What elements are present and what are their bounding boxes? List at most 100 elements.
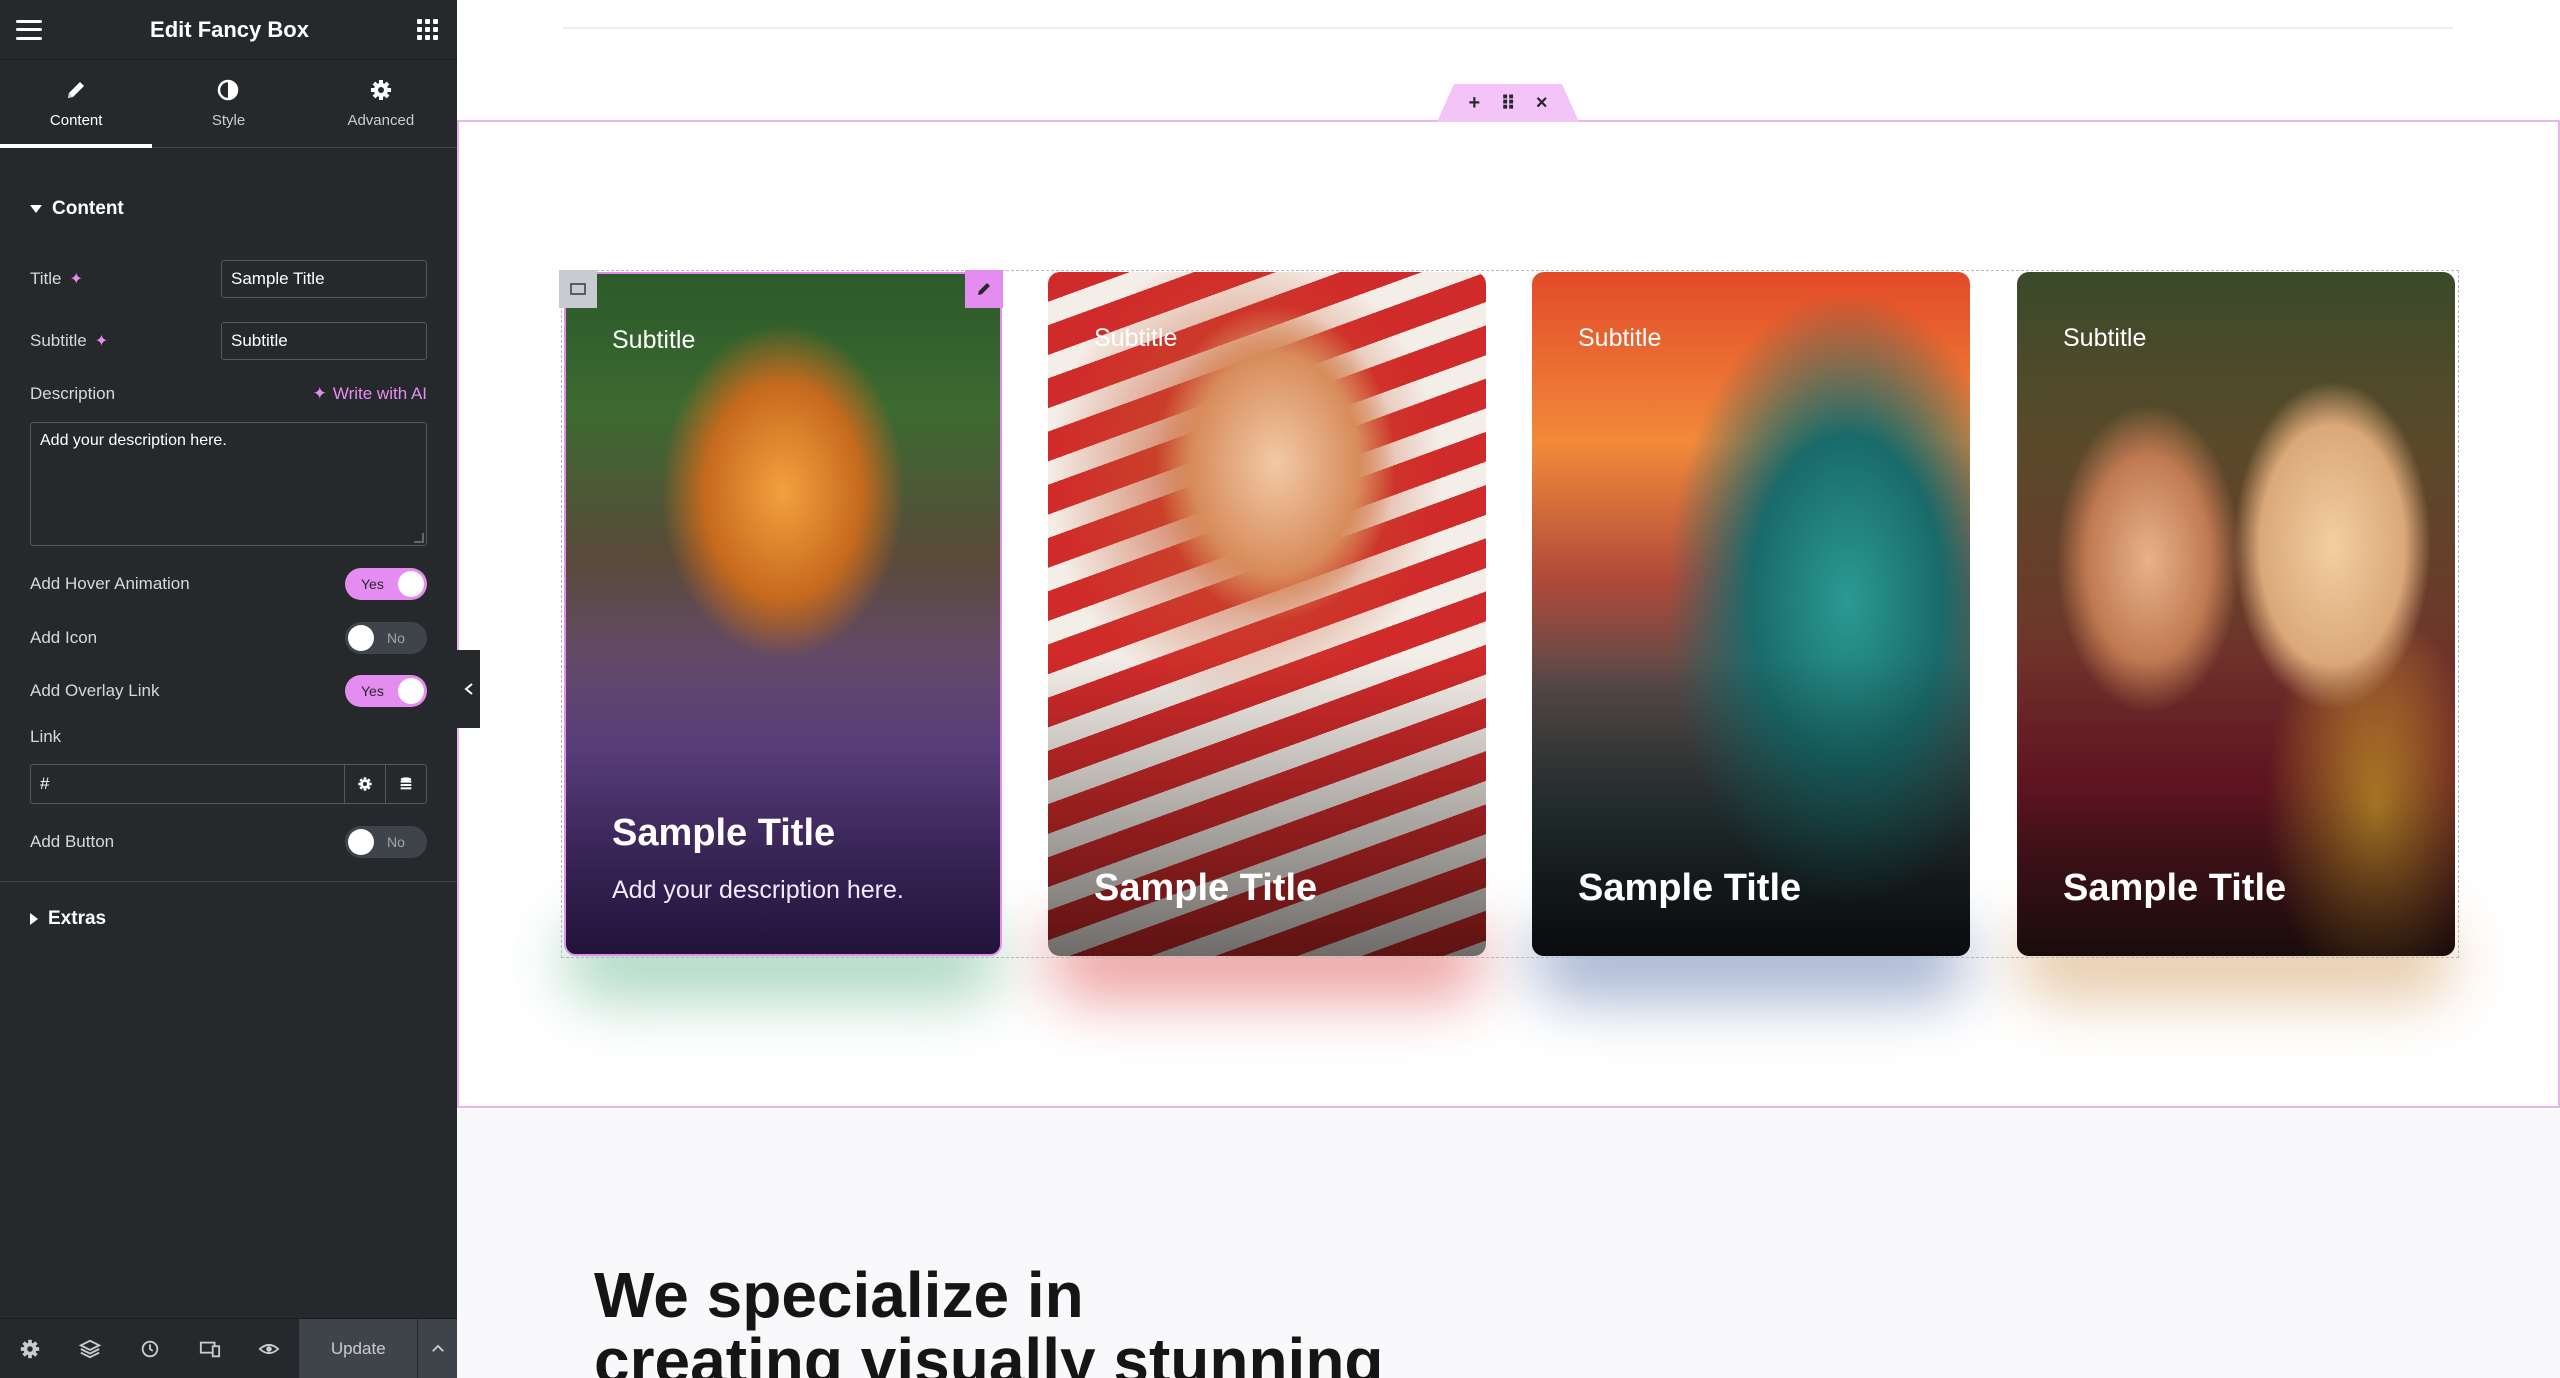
navigator-button[interactable] xyxy=(60,1319,120,1378)
subtitle-control: Subtitle ✦ Subtitle xyxy=(30,322,427,360)
write-with-ai-label: Write with AI xyxy=(332,384,427,403)
delete-section-button[interactable]: × xyxy=(1536,92,1548,115)
edit-widget-button[interactable] xyxy=(965,270,1003,308)
preview-button[interactable] xyxy=(240,1319,300,1378)
card-subtitle: Subtitle xyxy=(1094,324,1178,352)
caret-down-icon xyxy=(30,205,42,213)
tab-advanced[interactable]: Advanced xyxy=(305,60,457,147)
description-label: Description xyxy=(30,384,116,403)
link-field: # xyxy=(30,764,427,804)
card-subtitle: Subtitle xyxy=(2063,324,2147,352)
divider-line xyxy=(563,27,2453,29)
card-overlay xyxy=(566,654,1000,954)
title-label: Title xyxy=(30,269,62,288)
tab-style-label: Style xyxy=(211,112,246,129)
card-description: Add your description here. xyxy=(612,876,904,904)
element-type-icon[interactable] xyxy=(559,270,597,308)
panel-title: Edit Fancy Box xyxy=(150,16,309,42)
history-button[interactable] xyxy=(120,1319,180,1378)
toggle-state: No xyxy=(387,630,405,646)
settings-button[interactable] xyxy=(0,1319,60,1378)
card-overlay xyxy=(2017,656,2455,956)
card-subtitle: Subtitle xyxy=(1578,324,1662,352)
database-icon xyxy=(400,777,412,790)
ai-sparkle-icon[interactable]: ✦ xyxy=(70,269,83,289)
content-section-toggle[interactable]: Content xyxy=(0,173,154,245)
add-icon-control: Add Icon No xyxy=(30,622,427,654)
update-button[interactable]: Update xyxy=(299,1318,418,1378)
add-button-label: Add Button xyxy=(30,832,115,851)
hover-animation-label: Add Hover Animation xyxy=(30,574,190,593)
half-circle-icon xyxy=(218,79,239,101)
section-handle: + ⠿ × xyxy=(1437,84,1579,122)
content-section-title: Content xyxy=(52,198,124,219)
add-icon-label: Add Icon xyxy=(30,628,98,647)
collapse-panel-button[interactable] xyxy=(457,650,480,728)
preview-canvas: + ⠿ × Subtitle Sample Title Add your des… xyxy=(457,0,2560,1378)
panel-tabs: Content Style Advanced xyxy=(0,60,457,148)
link-options-button[interactable] xyxy=(344,765,385,803)
subtitle-label: Subtitle xyxy=(30,331,87,350)
extras-section-toggle[interactable]: Extras xyxy=(0,883,136,955)
hover-animation-toggle[interactable]: Yes xyxy=(345,568,427,600)
fancy-box-card[interactable]: Subtitle Sample Title xyxy=(2017,272,2455,956)
title-control: Title ✦ Sample Title xyxy=(30,260,427,298)
add-button-toggle[interactable]: No xyxy=(345,826,427,858)
description-control: Description ✦ Write with AI xyxy=(30,384,427,404)
description-textarea[interactable]: Add your description here. xyxy=(30,422,427,546)
responsive-mode-button[interactable] xyxy=(180,1319,240,1378)
extras-section-title: Extras xyxy=(48,908,107,929)
drag-section-handle[interactable]: ⠿ xyxy=(1500,91,1516,116)
overlay-link-label: Add Overlay Link xyxy=(30,681,160,700)
add-icon-toggle[interactable]: No xyxy=(345,622,427,654)
gear-icon xyxy=(358,777,372,791)
toggle-state: Yes xyxy=(361,576,384,592)
headline-line-2: creating visually stunning xyxy=(594,1325,1384,1378)
card-title: Sample Title xyxy=(1578,867,1802,909)
title-input[interactable]: Sample Title xyxy=(221,260,427,298)
link-label-row: Link xyxy=(30,727,427,747)
editor-sidebar: Edit Fancy Box Content Style Advanced Co… xyxy=(0,0,458,1378)
tab-style[interactable]: Style xyxy=(152,60,304,147)
widgets-grid-icon[interactable] xyxy=(416,18,439,41)
tab-content[interactable]: Content xyxy=(0,60,153,148)
toggle-knob xyxy=(398,571,424,597)
fancy-box-card[interactable]: Subtitle Sample Title Add your descripti… xyxy=(564,272,1002,956)
ai-sparkle-icon[interactable]: ✦ xyxy=(95,331,108,351)
toggle-knob xyxy=(348,829,374,855)
fancy-box-row: Subtitle Sample Title Add your descripti… xyxy=(561,270,2459,958)
toggle-state: No xyxy=(387,834,405,850)
pencil-icon xyxy=(978,283,990,295)
overlay-link-control: Add Overlay Link Yes xyxy=(30,675,427,707)
section-headline: We specialize in creating visually stunn… xyxy=(594,1262,1384,1378)
link-input[interactable]: # xyxy=(31,765,344,803)
card-title: Sample Title xyxy=(1094,867,1318,909)
gear-icon xyxy=(370,80,391,100)
sidebar-footer: Update xyxy=(0,1318,458,1378)
headline-line-1: We specialize in xyxy=(594,1259,1084,1331)
ai-sparkle-icon: ✦ xyxy=(312,384,327,403)
dynamic-tags-button[interactable] xyxy=(385,765,426,803)
fancy-box-card[interactable]: Subtitle Sample Title xyxy=(1048,272,1486,956)
history-icon xyxy=(141,1340,158,1357)
chevron-left-icon xyxy=(463,683,473,695)
pencil-icon xyxy=(68,82,85,98)
tab-advanced-label: Advanced xyxy=(347,112,415,129)
toggle-state: Yes xyxy=(361,683,384,699)
save-options-button[interactable] xyxy=(417,1318,458,1378)
resize-handle-icon[interactable] xyxy=(414,533,424,543)
eye-icon xyxy=(258,1343,280,1354)
toggle-knob xyxy=(348,625,374,651)
section-divider xyxy=(0,881,457,882)
card-overlay xyxy=(1532,656,1970,956)
devices-icon xyxy=(199,1341,220,1357)
gear-icon xyxy=(20,1339,40,1358)
caret-right-icon xyxy=(30,913,38,925)
menu-icon[interactable] xyxy=(16,19,42,40)
write-with-ai-link[interactable]: ✦ Write with AI xyxy=(313,384,427,404)
card-title: Sample Title xyxy=(612,812,836,854)
add-section-button[interactable]: + xyxy=(1469,92,1481,115)
fancy-box-card[interactable]: Subtitle Sample Title xyxy=(1532,272,1970,956)
overlay-link-toggle[interactable]: Yes xyxy=(345,675,427,707)
subtitle-input[interactable]: Subtitle xyxy=(221,322,427,360)
